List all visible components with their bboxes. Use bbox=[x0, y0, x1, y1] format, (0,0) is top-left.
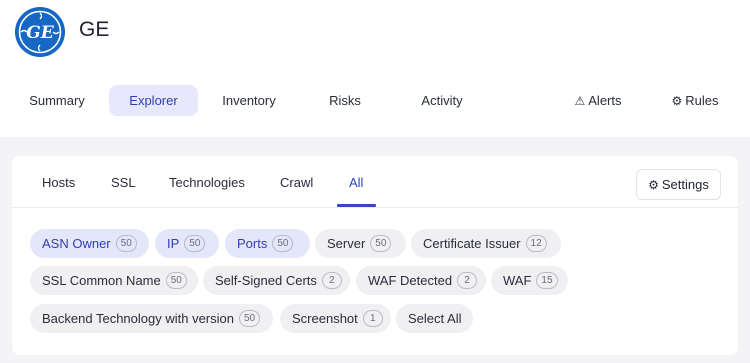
filter-chip-certificate-issuer[interactable]: Certificate Issuer 12 bbox=[411, 229, 561, 258]
filter-chip-ssl-common-name[interactable]: SSL Common Name 50 bbox=[30, 266, 198, 295]
nav-tab-risks[interactable]: Risks bbox=[310, 85, 380, 116]
chip-count: 2 bbox=[321, 272, 342, 289]
filter-chip-self-signed-certs[interactable]: Self-Signed Certs 2 bbox=[203, 266, 350, 295]
chip-label: Server bbox=[327, 236, 366, 251]
chip-count: 50 bbox=[370, 235, 392, 252]
settings-button[interactable]: ⚙ Settings bbox=[636, 169, 721, 200]
tab-hosts[interactable]: Hosts bbox=[42, 174, 75, 192]
filter-chip-waf[interactable]: WAF 15 bbox=[491, 266, 568, 295]
nav-tab-activity[interactable]: Activity bbox=[402, 85, 482, 116]
company-logo: GE bbox=[15, 7, 65, 57]
chip-label: SSL Common Name bbox=[42, 273, 161, 288]
warning-icon: ⚠ bbox=[574, 94, 586, 108]
nav-tab-inventory[interactable]: Inventory bbox=[208, 85, 290, 116]
chip-count: 12 bbox=[525, 235, 547, 252]
tab-divider bbox=[12, 207, 738, 208]
chip-label: Screenshot bbox=[292, 311, 358, 326]
chip-label: WAF bbox=[503, 273, 532, 288]
tab-all[interactable]: All bbox=[349, 174, 363, 192]
logo-text: GE bbox=[26, 23, 55, 43]
header: GE GE Summary Explorer Inventory Risks A… bbox=[0, 0, 750, 137]
gear-icon: ⚙ bbox=[648, 178, 659, 192]
settings-label: Settings bbox=[661, 177, 709, 192]
chip-label: Self-Signed Certs bbox=[215, 273, 317, 288]
filter-chip-screenshot[interactable]: Screenshot 1 bbox=[280, 304, 391, 333]
filter-chip-asn-owner[interactable]: ASN Owner 50 bbox=[30, 229, 149, 258]
gear-icon: ⚙ bbox=[671, 94, 683, 108]
rules-button[interactable]: ⚙ Rules bbox=[664, 85, 726, 116]
filter-chip-backend-technology[interactable]: Backend Technology with version 50 bbox=[30, 304, 273, 333]
chip-count: 1 bbox=[362, 310, 383, 327]
company-name: GE bbox=[79, 18, 110, 41]
explorer-panel: Hosts SSL Technologies Crawl All ⚙ Settin… bbox=[12, 156, 738, 355]
tab-technologies[interactable]: Technologies bbox=[169, 174, 245, 192]
chip-count: 15 bbox=[536, 272, 558, 289]
chip-count: 50 bbox=[165, 272, 187, 289]
chip-label: WAF Detected bbox=[368, 273, 453, 288]
chip-count: 2 bbox=[457, 272, 478, 289]
filter-chip-ip[interactable]: IP 50 bbox=[155, 229, 219, 258]
chip-label: Backend Technology with version bbox=[42, 311, 234, 326]
chip-count: 50 bbox=[184, 235, 206, 252]
alerts-label: Alerts bbox=[588, 93, 622, 108]
ge-monogram-icon: GE bbox=[17, 9, 63, 55]
nav-tab-explorer[interactable]: Explorer bbox=[109, 85, 198, 116]
tab-ssl[interactable]: SSL bbox=[111, 174, 136, 192]
nav-tab-summary[interactable]: Summary bbox=[16, 85, 98, 116]
chip-label: ASN Owner bbox=[42, 236, 111, 251]
filter-chip-waf-detected[interactable]: WAF Detected 2 bbox=[356, 266, 486, 295]
chip-count: 50 bbox=[115, 235, 137, 252]
chip-label: Ports bbox=[237, 236, 268, 251]
select-all-button[interactable]: Select All bbox=[396, 304, 473, 333]
filter-chip-server[interactable]: Server 50 bbox=[315, 229, 406, 258]
chip-count: 50 bbox=[272, 235, 294, 252]
chip-label: Certificate Issuer bbox=[423, 236, 521, 251]
chip-label: IP bbox=[167, 236, 180, 251]
filter-chip-ports[interactable]: Ports 50 bbox=[225, 229, 310, 258]
chip-label: Select All bbox=[408, 311, 462, 326]
tab-crawl[interactable]: Crawl bbox=[280, 174, 313, 192]
chip-count: 50 bbox=[239, 310, 261, 327]
rules-label: Rules bbox=[685, 93, 719, 108]
alerts-button[interactable]: ⚠ Alerts bbox=[566, 85, 630, 116]
